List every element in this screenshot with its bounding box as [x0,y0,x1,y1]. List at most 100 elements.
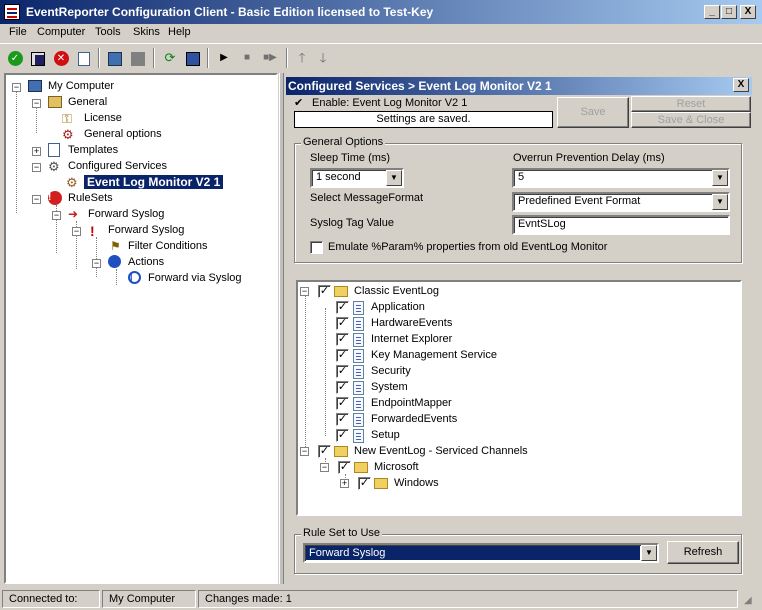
expand-icon[interactable]: + [340,479,349,488]
refresh-button[interactable]: Refresh [667,541,739,564]
tree-label: HardwareEvents [371,317,453,329]
windows-checkbox[interactable]: ✓ [358,477,371,490]
menu-help[interactable]: Help [168,26,191,38]
key-icon: ⚿ [62,111,72,126]
log-icon [353,397,364,411]
save-close-button[interactable]: Save & Close [631,112,751,128]
status-computer: My Computer [102,590,196,608]
dropdown-arrow-icon[interactable]: ▼ [386,170,402,186]
channel-checkbox[interactable]: ✓ [336,413,349,426]
templates-icon [48,143,60,157]
pane-splitter[interactable] [279,73,284,584]
menu-tools[interactable]: Tools [95,26,121,38]
dropdown-arrow-icon[interactable]: ▼ [712,170,728,186]
syslog-tag-input[interactable]: EvntSLog [512,215,730,235]
tree-label: Application [371,301,425,313]
collapse-icon[interactable]: − [300,447,309,456]
channel-checkbox[interactable]: ✓ [336,333,349,346]
panel-close-button[interactable]: X [733,78,749,92]
edit-icon[interactable] [73,47,95,69]
save-all-icon[interactable] [182,47,204,69]
down-arrow-icon[interactable]: 🡓 [312,47,334,69]
status-connected-label: Connected to: [2,590,100,608]
resize-grip-icon[interactable]: ◢ [744,594,758,608]
collapse-icon[interactable]: − [12,83,21,92]
tree-label: License [84,112,122,124]
enable-label: Enable: Event Log Monitor V2 1 [312,97,468,109]
folder-icon [334,446,348,457]
classic-eventlog-checkbox[interactable]: ✓ [318,285,331,298]
ruleset-select[interactable]: Forward Syslog ▼ [303,543,659,563]
event-log-tree[interactable]: − ✓ Classic EventLog ✓ Application ✓ Har… [296,280,742,516]
channel-checkbox[interactable]: ✓ [336,301,349,314]
tree-label: Forward Syslog [88,208,165,220]
window-title: EventReporter Configuration Client - Bas… [26,5,434,19]
emulate-checkbox[interactable] [310,241,323,254]
stop-square-icon[interactable] [127,47,149,69]
collapse-icon[interactable]: − [32,195,41,204]
service-icon[interactable] [104,47,126,69]
navigation-tree[interactable]: − My Computer − General ⚿ License ⚙ Gene… [4,73,278,584]
close-button[interactable]: X [740,5,756,19]
expand-icon[interactable]: + [32,147,41,156]
tree-label: Setup [371,429,400,441]
toolbar-separator [286,48,288,68]
channel-checkbox[interactable]: ✓ [336,317,349,330]
channel-checkbox[interactable]: ✓ [336,381,349,394]
sleep-time-select[interactable]: 1 second ▼ [310,168,404,188]
tree-label: EndpointMapper [371,397,452,409]
status-message: Settings are saved. [294,111,553,128]
dropdown-arrow-icon[interactable]: ▼ [712,194,728,210]
menu-skins[interactable]: Skins [133,26,160,38]
reset-button[interactable]: Reset [631,96,751,112]
minimize-button[interactable]: _ [704,5,720,19]
rulesets-icon: ! [48,191,64,207]
save-button[interactable]: Save [557,97,629,128]
collapse-icon[interactable]: − [320,463,329,472]
channel-checkbox[interactable]: ✓ [336,365,349,378]
collapse-icon[interactable]: − [32,99,41,108]
refresh-icon[interactable]: ⟳ [159,47,181,69]
microsoft-checkbox[interactable]: ✓ [338,461,351,474]
message-format-value: Predefined Event Format [518,195,641,207]
stop-icon[interactable]: ■ [236,47,258,69]
message-format-select[interactable]: Predefined Event Format ▼ [512,192,730,212]
step-icon[interactable]: ■▶ [259,47,281,69]
cancel-icon[interactable]: ✕ [50,47,72,69]
ruleset-icon: ➜ [68,207,79,221]
ruleset-value: Forward Syslog [306,546,640,560]
overrun-select[interactable]: 5 ▼ [512,168,730,188]
tree-label: RuleSets [68,192,113,204]
overrun-label: Overrun Prevention Delay (ms) [513,152,665,164]
enable-checkbox[interactable]: ✔ [294,97,306,109]
channel-checkbox[interactable]: ✓ [336,349,349,362]
tree-label: My Computer [48,80,115,92]
panel-header: Configured Services > Event Log Monitor … [286,77,752,95]
toolbar-separator [153,48,155,68]
menu-computer[interactable]: Computer [37,26,85,38]
services-icon: ⚙ [48,159,60,174]
ok-icon[interactable]: ✓ [4,47,26,69]
menu-file[interactable]: File [9,26,27,38]
toolbar-separator [207,48,209,68]
channel-checkbox[interactable]: ✓ [336,429,349,442]
tree-label: Configured Services [68,160,168,172]
up-arrow-icon[interactable]: 🡑 [291,47,313,69]
collapse-icon[interactable]: − [72,227,81,236]
play-icon[interactable]: ▶ [213,47,235,69]
rule-icon: ! [90,223,95,239]
collapse-icon[interactable]: − [92,259,101,268]
collapse-icon[interactable]: − [32,163,41,172]
tree-label: Actions [128,256,165,268]
collapse-icon[interactable]: − [300,287,309,296]
log-icon [353,349,364,363]
title-bar: EventReporter Configuration Client - Bas… [0,0,762,24]
log-icon [353,429,364,443]
collapse-icon[interactable]: − [52,211,61,220]
dropdown-arrow-icon[interactable]: ▼ [641,545,657,561]
save-icon[interactable] [27,47,49,69]
channel-checkbox[interactable]: ✓ [336,397,349,410]
new-eventlog-checkbox[interactable]: ✓ [318,445,331,458]
tree-label: Security [371,365,411,377]
maximize-button[interactable]: □ [721,5,737,19]
